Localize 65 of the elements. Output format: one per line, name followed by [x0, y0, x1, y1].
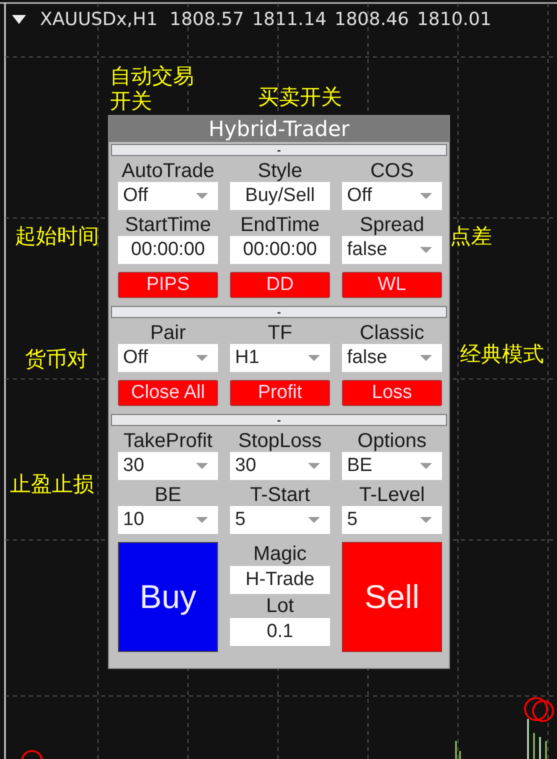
field-label: StartTime [124, 214, 212, 236]
collapse-toggle[interactable]: - [111, 144, 447, 156]
annotation-label: 买卖开关 [258, 85, 342, 111]
field-label: EndTime [239, 214, 321, 236]
input-field[interactable]: H-Trade [230, 566, 330, 594]
dropdown-field[interactable]: 10 [118, 506, 218, 534]
annotation-label: 经典模式 [460, 342, 544, 368]
annotation-label: 起始时间 [15, 224, 99, 250]
price-value: 1811.14 [252, 9, 327, 30]
dropdown-triangle-icon[interactable] [12, 14, 26, 24]
field-label: Classic [358, 322, 426, 344]
caret-icon [420, 517, 432, 524]
annotation-label: 止盈止损 [10, 472, 94, 498]
price-value: 1810.01 [416, 9, 492, 30]
panel-title: Hybrid-Trader [109, 116, 449, 142]
collapse-toggle[interactable]: - [111, 306, 447, 318]
field-label: Options [356, 430, 428, 452]
dropdown-field[interactable]: Off [118, 344, 218, 372]
field-label: T-Level [358, 484, 426, 506]
field-label: StopLoss [237, 430, 323, 452]
caret-icon [420, 247, 432, 254]
collapse-toggle[interactable]: - [111, 414, 447, 426]
chart-symbol: XAUUSDx,H1 [40, 9, 158, 30]
caret-icon [196, 517, 208, 524]
caret-icon [196, 193, 208, 200]
field-label: Pair [149, 322, 187, 344]
annotation-label: 点差 [450, 224, 492, 250]
price-value: 1808.57 [170, 9, 244, 30]
dropdown-field[interactable]: 5 [342, 506, 442, 534]
caret-icon [308, 355, 320, 362]
dropdown-field[interactable]: H1 [230, 344, 330, 372]
field-label: BE [154, 484, 182, 506]
field-label: AutoTrade [120, 160, 216, 182]
field-label: COS [369, 160, 415, 182]
field-label: Style [256, 160, 304, 182]
input-field[interactable]: 0.1 [230, 618, 330, 646]
dropdown-field[interactable]: false [342, 236, 442, 264]
caret-icon [420, 463, 432, 470]
sell-button[interactable]: Sell [342, 542, 442, 652]
buy-button[interactable]: Buy [118, 542, 218, 652]
input-field[interactable]: 00:00:00 [118, 236, 218, 264]
dropdown-field[interactable]: 30 [230, 452, 330, 480]
field-label: T-Start [248, 484, 311, 506]
dropdown-field[interactable]: BE [342, 452, 442, 480]
caret-icon [308, 517, 320, 524]
caret-icon [420, 355, 432, 362]
dropdown-field[interactable]: Off [118, 182, 218, 210]
caret-icon [420, 193, 432, 200]
field-label: TF [266, 322, 294, 344]
input-field[interactable]: 00:00:00 [230, 236, 330, 264]
field-label: Lot [265, 594, 295, 618]
input-field[interactable]: Buy/Sell [230, 182, 330, 210]
annotation-label: 货币对 [25, 347, 88, 373]
field-label: Magic [252, 542, 308, 566]
field-label: Spread [358, 214, 426, 236]
dropdown-field[interactable]: Off [342, 182, 442, 210]
dropdown-field[interactable]: false [342, 344, 442, 372]
dropdown-field[interactable]: 5 [230, 506, 330, 534]
caret-icon [196, 355, 208, 362]
field-label: TakeProfit [122, 430, 214, 452]
price-value: 1808.46 [334, 9, 409, 30]
caret-icon [196, 463, 208, 470]
dropdown-field[interactable]: 30 [118, 452, 218, 480]
annotation-label: 自动交易开关 [110, 64, 195, 114]
caret-icon [308, 463, 320, 470]
